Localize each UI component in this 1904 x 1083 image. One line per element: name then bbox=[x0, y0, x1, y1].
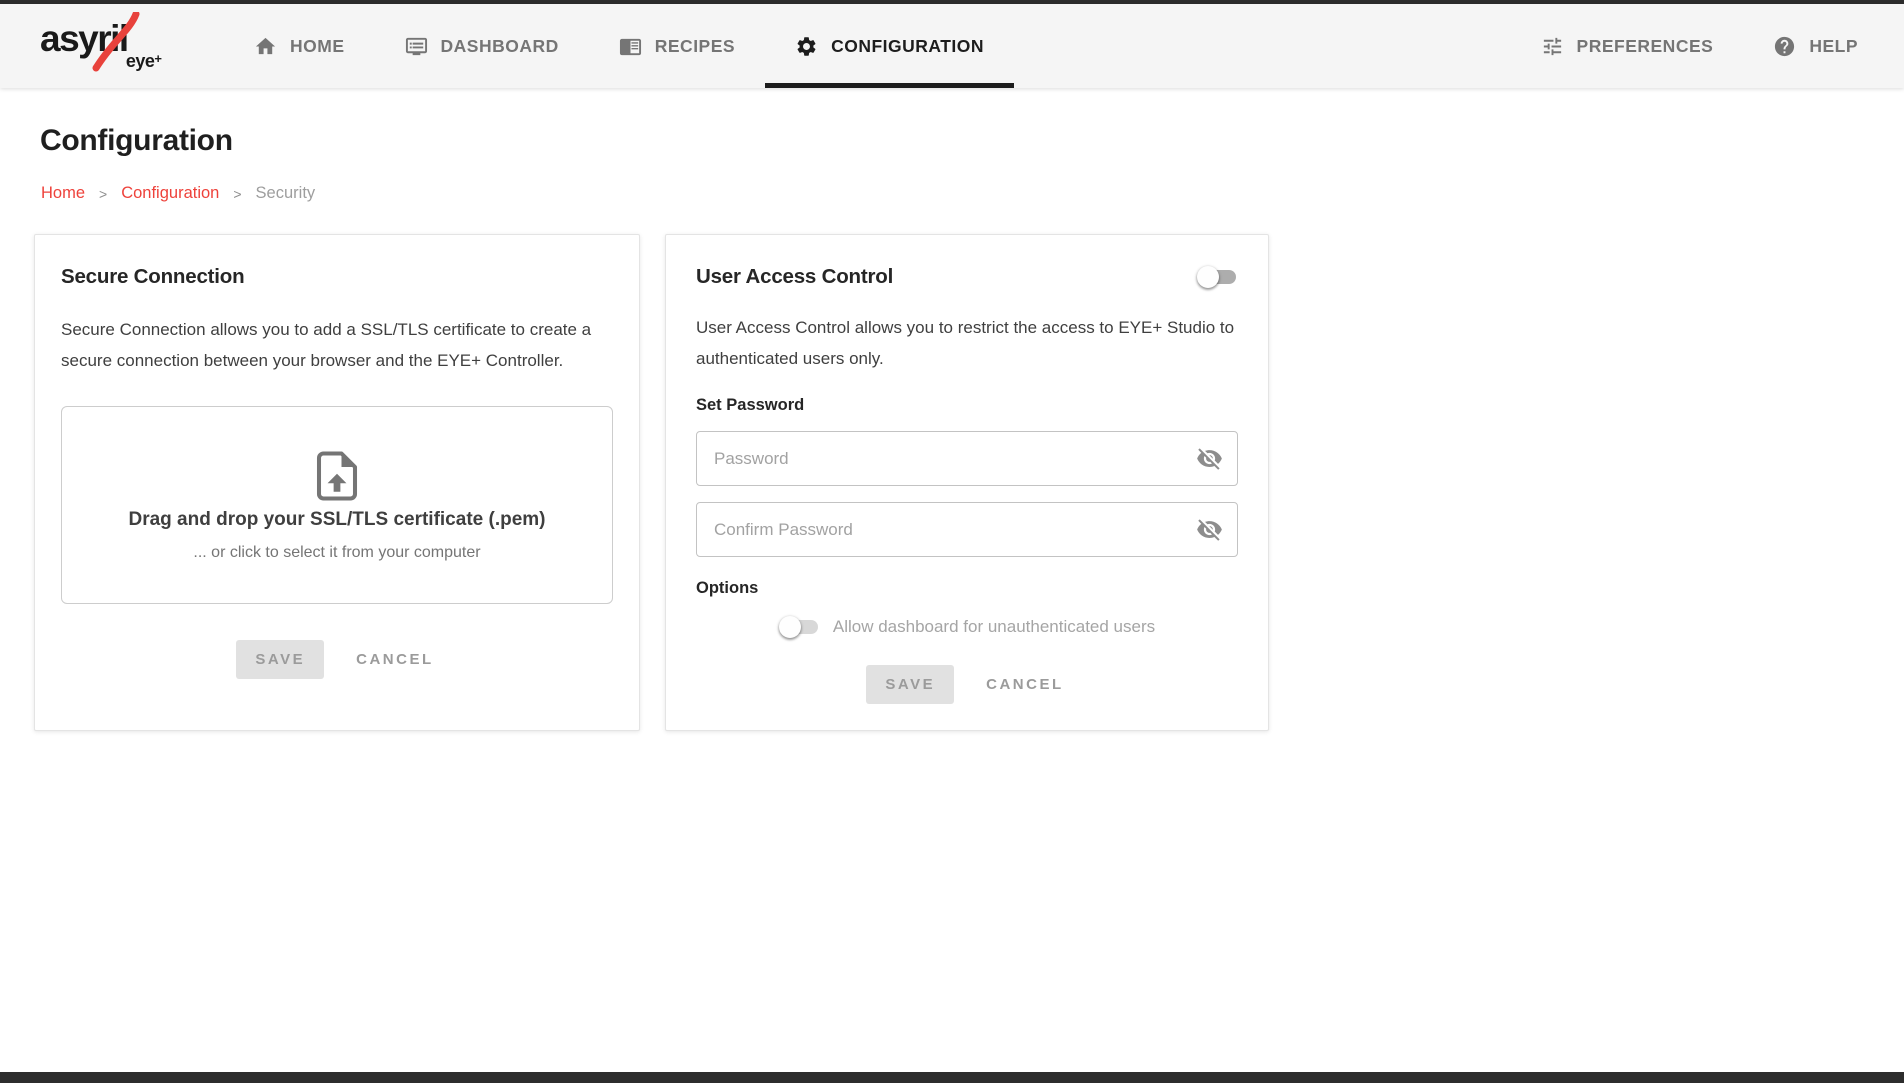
help-button[interactable]: HELP bbox=[1743, 4, 1888, 88]
dropzone-title: Drag and drop your SSL/TLS certificate (… bbox=[128, 509, 545, 531]
password-visibility-off-icon[interactable] bbox=[1196, 445, 1223, 472]
secure-connection-description: Secure Connection allows you to add a SS… bbox=[61, 315, 613, 376]
home-icon bbox=[254, 35, 277, 58]
nav-right-group: PREFERENCES HELP bbox=[1511, 4, 1888, 88]
breadcrumb-configuration-link[interactable]: Configuration bbox=[121, 184, 219, 203]
secure-connection-actions: SAVE CANCEL bbox=[61, 640, 613, 679]
breadcrumb-separator: > bbox=[233, 186, 241, 202]
main-nav-tabs: HOME DASHBOARD RECIPES CONFIGURATION bbox=[224, 4, 1014, 88]
password-input[interactable] bbox=[696, 431, 1238, 486]
tab-home[interactable]: HOME bbox=[224, 4, 375, 88]
page-content: Configuration Home > Configuration > Sec… bbox=[0, 88, 1904, 1072]
user-access-control-title: User Access Control bbox=[696, 265, 893, 289]
tab-configuration-label: CONFIGURATION bbox=[831, 36, 984, 57]
brand-sub: eye bbox=[126, 51, 155, 71]
dashboard-monitor-icon bbox=[405, 35, 428, 58]
top-navigation-bar: asyril eye+ HOME DASHBOARD RECIPES CONFI… bbox=[0, 4, 1904, 88]
help-circle-icon bbox=[1773, 35, 1796, 58]
page-title: Configuration bbox=[40, 124, 1904, 158]
user-access-control-toggle[interactable] bbox=[1197, 265, 1238, 289]
secure-connection-title: Secure Connection bbox=[61, 265, 613, 289]
toggle-knob bbox=[1197, 266, 1219, 288]
password-field-wrapper bbox=[696, 431, 1238, 486]
breadcrumb-current-security: Security bbox=[256, 184, 316, 203]
set-password-label: Set Password bbox=[696, 396, 1238, 415]
confirm-password-visibility-off-icon[interactable] bbox=[1196, 516, 1223, 543]
preferences-button[interactable]: PREFERENCES bbox=[1511, 4, 1744, 88]
breadcrumb-separator: > bbox=[99, 186, 107, 202]
tab-configuration[interactable]: CONFIGURATION bbox=[765, 4, 1014, 88]
user-access-control-card: User Access Control User Access Control … bbox=[665, 234, 1269, 731]
recipes-book-icon bbox=[619, 35, 642, 58]
certificate-dropzone[interactable]: Drag and drop your SSL/TLS certificate (… bbox=[61, 406, 613, 604]
confirm-password-input[interactable] bbox=[696, 502, 1238, 557]
brand-logo[interactable]: asyril eye+ bbox=[40, 4, 162, 88]
cards-row: Secure Connection Secure Connection allo… bbox=[34, 234, 1904, 731]
allow-dashboard-toggle[interactable] bbox=[779, 615, 820, 639]
secure-connection-save-button[interactable]: SAVE bbox=[236, 640, 324, 679]
user-access-control-description: User Access Control allows you to restri… bbox=[696, 313, 1238, 374]
help-label: HELP bbox=[1809, 36, 1858, 57]
user-access-control-header: User Access Control bbox=[696, 265, 1238, 289]
dropzone-subtitle: ... or click to select it from your comp… bbox=[193, 544, 480, 562]
breadcrumb: Home > Configuration > Security bbox=[41, 184, 1904, 203]
user-access-control-actions: SAVE CANCEL bbox=[696, 665, 1238, 704]
secure-connection-cancel-button[interactable]: CANCEL bbox=[352, 640, 438, 679]
tab-dashboard-label: DASHBOARD bbox=[441, 36, 559, 57]
user-access-control-save-button[interactable]: SAVE bbox=[866, 665, 954, 704]
breadcrumb-home-link[interactable]: Home bbox=[41, 184, 85, 203]
bottom-border-bar bbox=[0, 1072, 1904, 1083]
tab-home-label: HOME bbox=[290, 36, 345, 57]
preferences-label: PREFERENCES bbox=[1577, 36, 1714, 57]
tab-recipes-label: RECIPES bbox=[655, 36, 735, 57]
brand-sub-plus: + bbox=[154, 51, 162, 66]
allow-dashboard-option-row: Allow dashboard for unauthenticated user… bbox=[696, 615, 1238, 639]
upload-file-icon bbox=[310, 449, 364, 503]
tab-recipes[interactable]: RECIPES bbox=[589, 4, 765, 88]
tab-dashboard[interactable]: DASHBOARD bbox=[375, 4, 589, 88]
tune-sliders-icon bbox=[1541, 35, 1564, 58]
secure-connection-card: Secure Connection Secure Connection allo… bbox=[34, 234, 640, 731]
confirm-password-field-wrapper bbox=[696, 502, 1238, 557]
user-access-control-cancel-button[interactable]: CANCEL bbox=[982, 665, 1068, 704]
allow-dashboard-label: Allow dashboard for unauthenticated user… bbox=[833, 617, 1155, 637]
toggle-knob bbox=[779, 616, 801, 638]
options-label: Options bbox=[696, 579, 1238, 598]
gear-icon bbox=[795, 35, 818, 58]
